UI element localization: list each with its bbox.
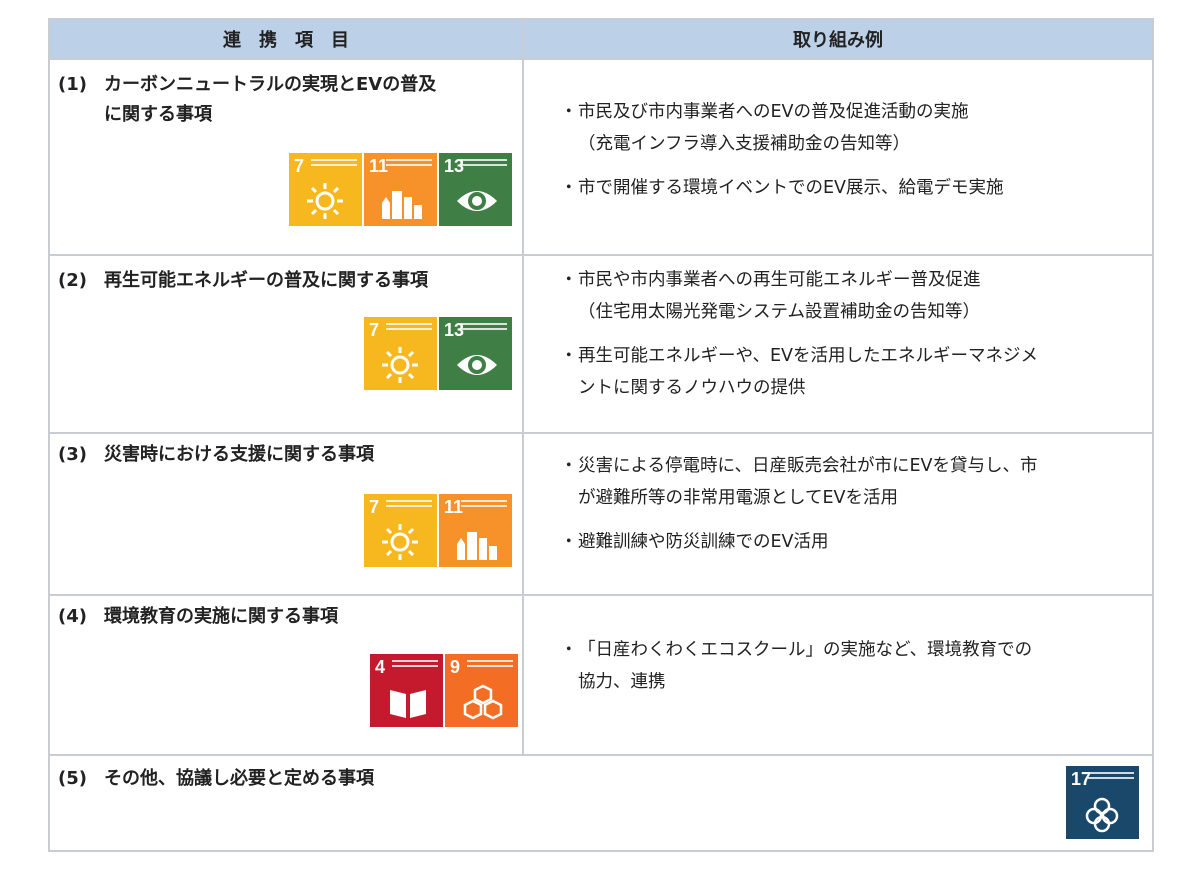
sdg-13-tile: 13 <box>439 153 512 226</box>
item-title-line2: に関する事項 <box>104 104 212 125</box>
list-item: ・「日産わくわくエコスクール」の実施など、環境教育での 協力、連携 <box>560 640 1033 692</box>
list-item: ・市民や市内事業者への再生可能エネルギー普及促進 （住宅用太陽光発電システム設置補… <box>560 270 981 322</box>
item-title-line1: 再生可能エネルギーの普及に関する事項 <box>104 270 428 291</box>
city-buildings-icon <box>457 532 497 560</box>
item-cell: (4) 環境教育の実施に関する事項 4 9 <box>50 596 524 754</box>
examples-cell: ・市民や市内事業者への再生可能エネルギー普及促進 （住宅用太陽光発電システム設置補… <box>524 256 1152 432</box>
item-title-line1: その他、協議し必要と定める事項 <box>104 768 374 789</box>
sdg-icons: 4 9 <box>370 654 518 727</box>
sdg-icons: 17 <box>1066 766 1139 839</box>
examples-cell: ・市民及び市内事業者へのEVの普及促進活動の実施 （充電インフラ導入支援補助金の告… <box>524 60 1152 254</box>
table-header: 連 携 項 目 取り組み例 <box>50 20 1152 60</box>
list-item: ・市民及び市内事業者へのEVの普及促進活動の実施 （充電インフラ導入支援補助金の告… <box>560 102 969 154</box>
item-title: (5) その他、協議し必要と定める事項 <box>58 764 374 794</box>
header-examples: 取り組み例 <box>793 30 883 51</box>
item-title: (3) 災害時における支援に関する事項 <box>58 440 374 470</box>
sdg-17-tile: 17 <box>1066 766 1139 839</box>
bullet-list: ・「日産わくわくエコスクール」の実施など、環境教育での 協力、連携 <box>560 634 1032 698</box>
item-cell: (3) 災害時における支援に関する事項 7 11 <box>50 434 524 594</box>
table-row: (1) カーボンニュートラルの実現とEVの普及 に関する事項 7 11 13 ・… <box>50 60 1152 256</box>
eye-earth-icon <box>457 191 497 211</box>
item-cell: (1) カーボンニュートラルの実現とEVの普及 に関する事項 7 11 13 <box>50 60 524 254</box>
sdg-11-tile: 11 <box>364 153 437 226</box>
sdg-13-tile: 13 <box>439 317 512 390</box>
list-item: ・避難訓練や防災訓練でのEV活用 <box>560 532 829 552</box>
sdg-4-tile: 4 <box>370 654 443 727</box>
item-title: (1) カーボンニュートラルの実現とEVの普及 に関する事項 <box>58 70 436 130</box>
sdg-7-tile: 7 <box>364 494 437 567</box>
item-title-line1: カーボンニュートラルの実現とEVの普及 <box>104 74 437 95</box>
item-title: (4) 環境教育の実施に関する事項 <box>58 602 338 632</box>
item-number: (3) <box>58 444 87 465</box>
open-book-icon <box>390 690 426 718</box>
sdg-9-tile: 9 <box>445 654 518 727</box>
cubes-icon <box>463 684 503 720</box>
table-row: (2) 再生可能エネルギーの普及に関する事項 7 13 ・市民や市内事業者への再生… <box>50 256 1152 434</box>
eye-earth-icon <box>457 355 497 375</box>
sdg-icons: 7 13 <box>364 317 512 390</box>
sun-icon <box>382 347 418 383</box>
bullet-list: ・市民や市内事業者への再生可能エネルギー普及促進 （住宅用太陽光発電システム設置補… <box>560 264 1038 404</box>
examples-cell: ・災害による停電時に、日産販売会社が市にEVを貸与し、市 が避難所等の非常用電源と… <box>524 434 1152 594</box>
sun-icon <box>382 524 418 560</box>
bullet-list: ・市民及び市内事業者へのEVの普及促進活動の実施 （充電インフラ導入支援補助金の告… <box>560 96 1004 204</box>
item-cell: (2) 再生可能エネルギーの普及に関する事項 7 13 <box>50 256 524 432</box>
item-title: (2) 再生可能エネルギーの普及に関する事項 <box>58 266 428 296</box>
rings-icon <box>1085 797 1119 833</box>
table-row: (5) その他、協議し必要と定める事項 17 <box>50 756 1152 850</box>
sdg-icons: 7 11 13 <box>289 153 512 226</box>
item-number: (4) <box>58 606 87 627</box>
sun-icon <box>307 183 343 219</box>
sdg-icons: 7 11 <box>364 494 512 567</box>
item-number: (5) <box>58 768 87 789</box>
sdg-7-tile: 7 <box>289 153 362 226</box>
partnership-table: 連 携 項 目 取り組み例 (1) カーボンニュートラルの実現とEVの普及 に関す… <box>48 18 1154 852</box>
city-buildings-icon <box>382 191 422 219</box>
item-number: (2) <box>58 270 87 291</box>
item-title-line1: 災害時における支援に関する事項 <box>104 444 374 465</box>
table-row: (3) 災害時における支援に関する事項 7 11 ・災害による停電時に、日産販売会… <box>50 434 1152 596</box>
table-row: (4) 環境教育の実施に関する事項 4 9 ・「日産わくわくエコスクール」の実施な… <box>50 596 1152 756</box>
list-item: ・再生可能エネルギーや、EVを活用したエネルギーマネジメ ントに関するノウハウの提… <box>560 346 1039 398</box>
bullet-list: ・災害による停電時に、日産販売会社が市にEVを貸与し、市 が避難所等の非常用電源と… <box>560 450 1037 558</box>
examples-cell: ・「日産わくわくエコスクール」の実施など、環境教育での 協力、連携 <box>524 596 1152 754</box>
header-cooperation-items: 連 携 項 目 <box>50 20 524 58</box>
item-number: (1) <box>58 74 87 95</box>
sdg-7-tile: 7 <box>364 317 437 390</box>
list-item: ・市で開催する環境イベントでのEV展示、給電デモ実施 <box>560 178 1004 198</box>
item-title-line1: 環境教育の実施に関する事項 <box>104 606 338 627</box>
list-item: ・災害による停電時に、日産販売会社が市にEVを貸与し、市 が避難所等の非常用電源と… <box>560 456 1038 508</box>
sdg-11-tile: 11 <box>439 494 512 567</box>
